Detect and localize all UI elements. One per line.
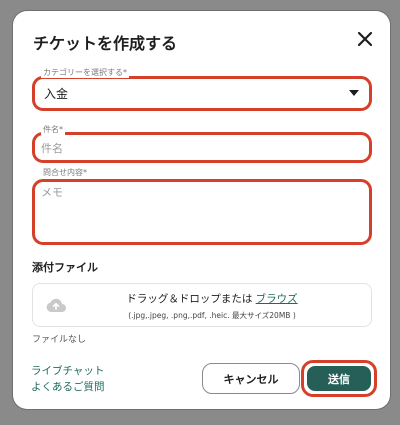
subject-input[interactable] [41, 139, 361, 157]
message-textarea[interactable] [41, 184, 361, 236]
send-button[interactable]: 送信 [307, 366, 371, 391]
cancel-button[interactable]: キャンセル [202, 363, 300, 394]
close-button[interactable] [353, 27, 377, 51]
create-ticket-dialog: チケットを作成する 入金 カテゴリーを選択する* 件名* 問合せ内容* 添付ファ… [13, 11, 390, 409]
send-button-highlight: 送信 [301, 360, 377, 397]
category-select[interactable]: 入金 [32, 76, 372, 111]
file-format-note: (.jpg,.jpeg, .png,.pdf, .heic. 最大サイズ20MB… [128, 311, 296, 320]
live-chat-link[interactable]: ライブチャット [31, 363, 104, 378]
category-selected-value: 入金 [44, 87, 69, 101]
message-field [32, 179, 372, 245]
message-label: 問合せ内容* [41, 167, 89, 178]
attachments-heading: 添付ファイル [32, 261, 98, 274]
attachment-status: ファイルなし [32, 335, 87, 345]
file-dropzone[interactable]: ドラッグ＆ドロップまたは ブラウズ (.jpg,.jpeg, .png,.pdf… [32, 283, 372, 327]
faq-link[interactable]: よくあるご質問 [31, 379, 105, 394]
subject-field [32, 132, 372, 163]
close-icon [357, 31, 373, 47]
drop-instructions: ドラッグ＆ドロップまたは ブラウズ [33, 291, 371, 306]
subject-label: 件名* [41, 124, 65, 135]
category-label: カテゴリーを選択する* [41, 67, 129, 78]
dialog-title: チケットを作成する [33, 34, 178, 53]
drop-text: ドラッグ＆ドロップまたは [126, 293, 253, 305]
chevron-down-icon [349, 90, 359, 96]
browse-link[interactable]: ブラウズ [256, 293, 298, 305]
